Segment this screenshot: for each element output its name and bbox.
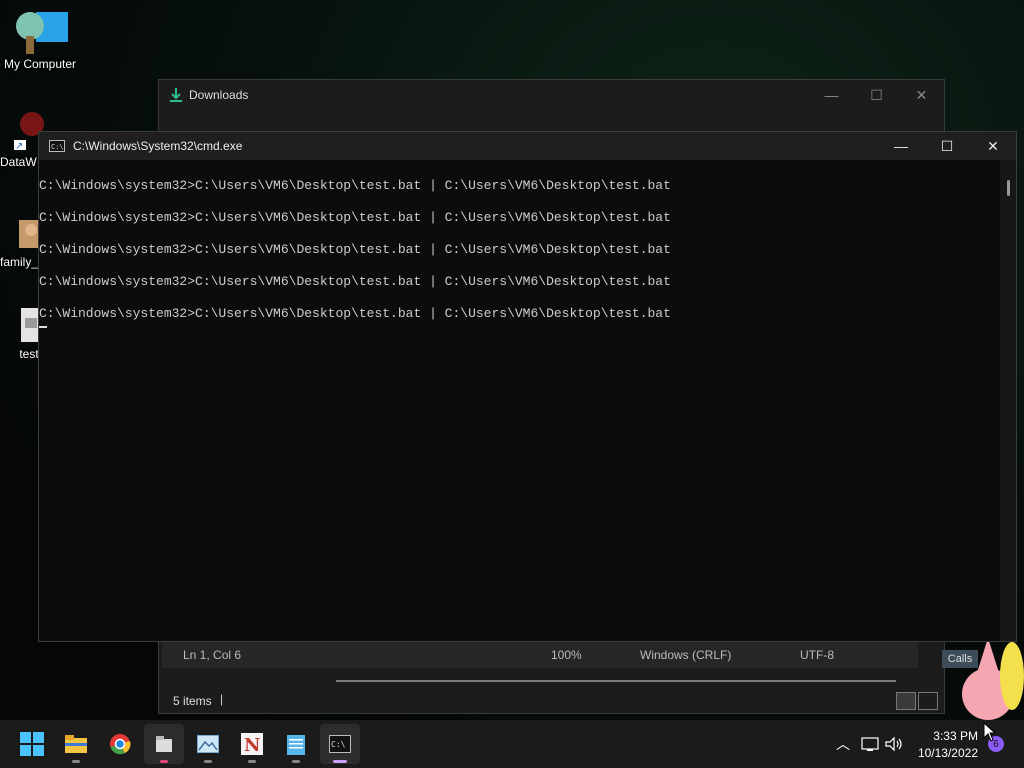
file-manager-button[interactable]: [144, 724, 184, 764]
photos-button[interactable]: [188, 724, 228, 764]
console-output[interactable]: C:\Windows\system32>C:\Users\VM6\Desktop…: [39, 176, 1000, 328]
cmd-window[interactable]: C:\ C:\Windows\System32\cmd.exe — ☐ ✕ C:…: [38, 131, 1017, 642]
vertical-scrollbar-track[interactable]: [1000, 160, 1016, 641]
minimize-button[interactable]: —: [809, 80, 854, 110]
item-count: 5 items: [173, 694, 212, 708]
line-ending: Windows (CRLF): [640, 648, 732, 662]
photos-icon: [197, 735, 219, 753]
desktop-icon-label: My Computer: [4, 57, 77, 71]
notepad-statusbar: Ln 1, Col 6 100% Windows (CRLF) UTF-8: [162, 642, 918, 668]
horizontal-scrollbar[interactable]: [336, 680, 896, 682]
console-line: C:\Windows\system32>C:\Users\VM6\Desktop…: [39, 274, 671, 289]
mouse-pointer-icon: [983, 722, 997, 742]
window-title: Downloads: [189, 88, 249, 102]
svg-text:N: N: [244, 735, 260, 755]
volume-icon[interactable]: [884, 735, 906, 753]
start-button[interactable]: [12, 724, 52, 764]
running-indicator: [248, 760, 256, 763]
chrome-button[interactable]: [100, 724, 140, 764]
taskbar: N C:\ ︿ 3:33 PM 10/13/2022 6: [0, 720, 1024, 768]
windows-logo-icon: [20, 732, 44, 756]
close-button[interactable]: ✕: [899, 80, 944, 110]
cmd-titlebar[interactable]: C:\ C:\Windows\System32\cmd.exe: [39, 132, 1016, 160]
running-indicator: [160, 760, 168, 763]
status-separator: |: [220, 692, 224, 706]
svg-text:C:\: C:\: [331, 740, 346, 749]
terminal-button[interactable]: C:\: [320, 724, 360, 764]
details-view-button[interactable]: [896, 692, 916, 710]
minimize-button[interactable]: —: [878, 132, 924, 160]
terminal-icon: C:\: [329, 735, 351, 753]
file-manager-icon: [156, 736, 172, 752]
explorer-statusbar: 5 items |: [158, 690, 943, 712]
computer-icon: [16, 12, 68, 54]
close-button[interactable]: ✕: [970, 132, 1016, 160]
cursor-position: Ln 1, Col 6: [183, 648, 242, 662]
running-indicator: [204, 760, 212, 763]
console-line: C:\Windows\system32>C:\Users\VM6\Desktop…: [39, 242, 671, 257]
file-explorer-button[interactable]: [56, 724, 96, 764]
chrome-icon: [110, 734, 131, 755]
notepad-button[interactable]: [276, 724, 316, 764]
tiles-view-button[interactable]: [918, 692, 938, 710]
news-app-button[interactable]: N: [232, 724, 272, 764]
svg-text:C:\: C:\: [51, 143, 64, 151]
running-indicator: [333, 760, 347, 763]
desktop-icon-my-computer[interactable]: My Computer: [4, 6, 77, 71]
patrick-sticker: [962, 638, 1024, 720]
clock-time: 3:33 PM: [933, 729, 978, 743]
console-line: C:\Windows\system32>C:\Users\VM6\Desktop…: [39, 178, 671, 193]
encoding: UTF-8: [800, 648, 834, 662]
download-icon: [170, 88, 182, 102]
chevron-up-icon[interactable]: ︿: [832, 734, 854, 754]
cmd-title: C:\Windows\System32\cmd.exe: [73, 139, 243, 153]
text-cursor: [39, 326, 47, 328]
folder-icon: [65, 735, 87, 753]
vertical-scrollbar-thumb[interactable]: [1007, 180, 1010, 196]
console-line: C:\Windows\system32>C:\Users\VM6\Desktop…: [39, 210, 671, 225]
running-indicator: [72, 760, 80, 763]
maximize-button[interactable]: ☐: [924, 132, 970, 160]
zoom-level: 100%: [551, 648, 582, 662]
maximize-button[interactable]: ☐: [854, 80, 899, 110]
network-icon[interactable]: [860, 735, 882, 753]
console-line: C:\Windows\system32>C:\Users\VM6\Desktop…: [39, 306, 671, 321]
notepad-icon: [287, 735, 305, 755]
system-clock[interactable]: 3:33 PM 10/13/2022: [918, 728, 978, 762]
system-tray: ︿: [832, 720, 906, 768]
svg-text:↗: ↗: [15, 141, 23, 152]
running-indicator: [292, 760, 300, 763]
news-icon: N: [241, 733, 263, 755]
cmd-icon: C:\: [49, 140, 65, 152]
clock-date: 10/13/2022: [917, 746, 978, 760]
